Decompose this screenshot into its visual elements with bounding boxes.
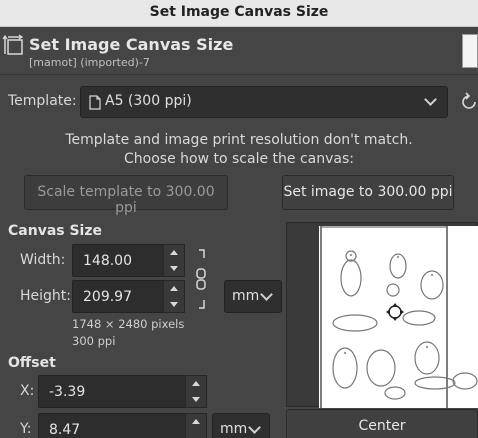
template-combo[interactable]: A5 (300 ppi) — [80, 86, 448, 118]
height-value: 209.97 — [83, 289, 132, 305]
height-label: Height: — [20, 288, 71, 304]
center-button[interactable]: Center — [286, 409, 478, 438]
decrement-icon[interactable] — [170, 302, 178, 307]
document-icon — [89, 95, 101, 110]
height-stepper[interactable] — [163, 280, 185, 313]
width-value: 148.00 — [83, 253, 132, 269]
decrement-icon[interactable] — [170, 266, 178, 271]
offset-x-stepper[interactable] — [185, 375, 207, 408]
set-image-resolution-button-label: Set image to 300.00 ppi — [283, 184, 453, 200]
offset-unit-value: mm — [220, 421, 248, 437]
image-thumbnail — [462, 34, 478, 68]
increment-icon[interactable] — [192, 419, 200, 424]
template-label: Template: — [8, 93, 77, 109]
resolution-text: 300 ppi — [72, 334, 116, 348]
canvas-preview[interactable] — [286, 222, 478, 408]
window-titlebar: Set Image Canvas Size — [0, 0, 478, 27]
offset-y-input[interactable]: 8.47 — [38, 413, 186, 438]
chevron-down-icon — [424, 93, 437, 106]
offset-heading: Offset — [8, 355, 56, 371]
offset-y-label: Y: — [20, 421, 32, 437]
template-value: A5 (300 ppi) — [105, 93, 192, 109]
canvas-size-icon — [2, 34, 24, 56]
center-button-label: Center — [358, 418, 406, 434]
offset-y-stepper[interactable] — [185, 413, 207, 438]
width-input[interactable]: 148.00 — [72, 244, 164, 277]
scale-template-button[interactable]: Scale template to 300.00 ppi — [24, 175, 228, 216]
set-image-resolution-button[interactable]: Set image to 300.00 ppi — [282, 175, 454, 210]
increment-icon[interactable] — [170, 250, 178, 255]
increment-icon[interactable] — [170, 286, 178, 291]
chevron-down-icon — [248, 421, 261, 434]
mismatch-message-line1: Template and image print resolution don'… — [65, 132, 413, 148]
pixel-dimensions: 1748 × 2480 pixels — [72, 317, 185, 331]
dialog-title: Set Image Canvas Size — [29, 35, 234, 54]
height-input[interactable]: 209.97 — [72, 280, 164, 313]
reset-icon[interactable] — [461, 92, 478, 112]
scale-template-button-label: Scale template to 300.00 ppi — [37, 184, 215, 216]
window-title: Set Image Canvas Size — [149, 4, 329, 20]
decrement-icon[interactable] — [192, 397, 200, 402]
offset-y-value: 8.47 — [49, 422, 81, 438]
offset-x-input[interactable]: -3.39 — [38, 375, 186, 408]
image-name: [mamot] (imported)-7 — [29, 56, 150, 69]
chain-link-icon[interactable] — [194, 248, 208, 310]
offset-x-label: X: — [20, 383, 35, 399]
offset-x-value: -3.39 — [49, 384, 86, 400]
chevron-down-icon — [260, 288, 273, 301]
canvas-size-heading: Canvas Size — [8, 223, 102, 239]
width-stepper[interactable] — [163, 244, 185, 277]
offset-unit-combo[interactable]: mm — [212, 413, 270, 438]
canvas-unit-combo[interactable]: mm — [224, 280, 282, 313]
increment-icon[interactable] — [192, 381, 200, 386]
header-separator — [0, 74, 478, 75]
mismatch-message-line2: Choose how to scale the canvas: — [124, 151, 354, 167]
canvas-unit-value: mm — [232, 288, 260, 304]
width-label: Width: — [20, 252, 66, 268]
